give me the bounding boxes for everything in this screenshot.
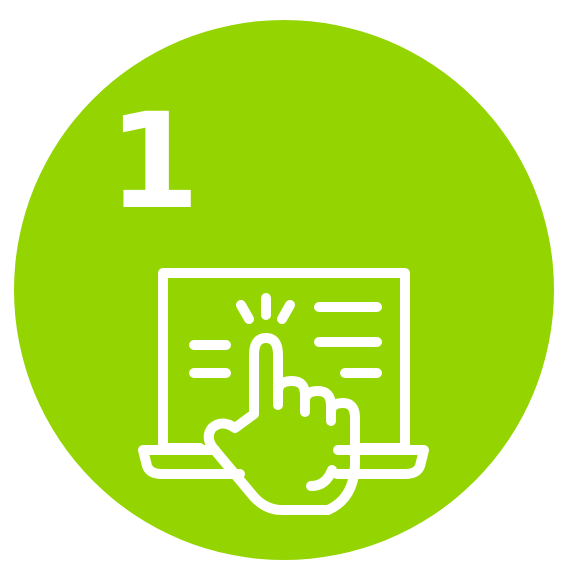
- laptop-touch-icon: [138, 268, 429, 515]
- step-badge: 1: [0, 0, 568, 580]
